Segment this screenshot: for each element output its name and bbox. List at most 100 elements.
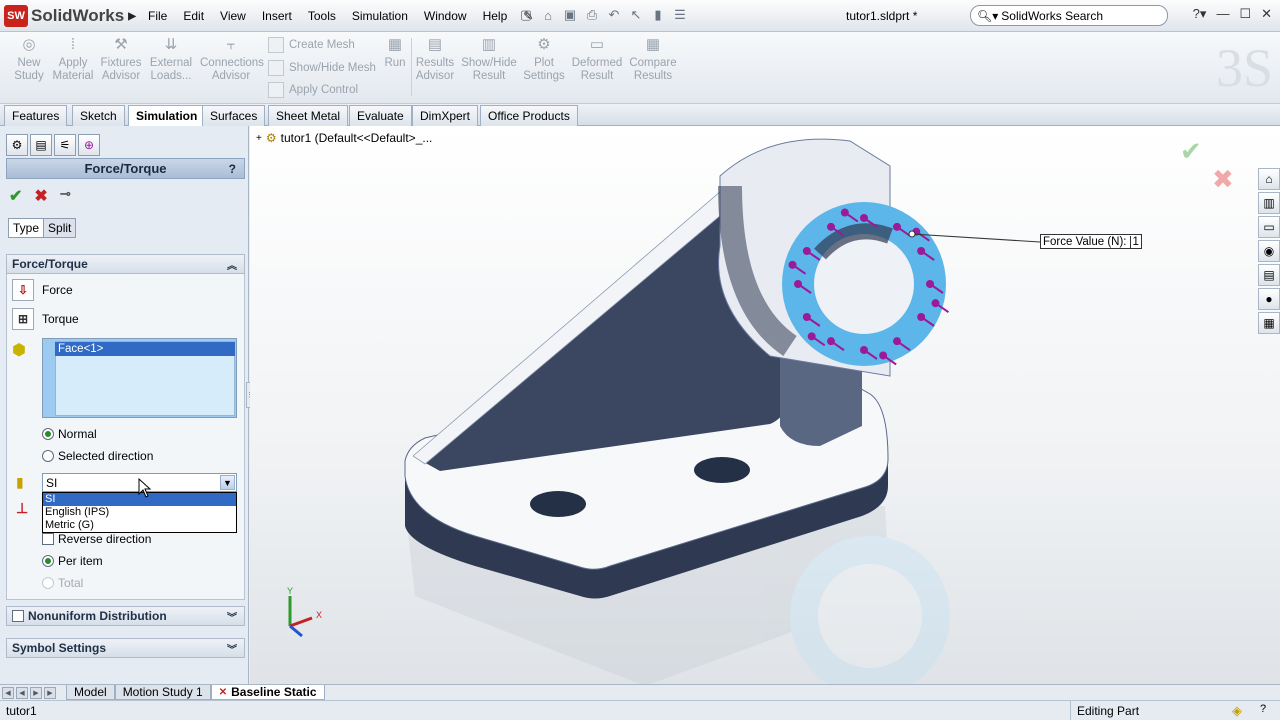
tab-baseline-static[interactable]: ✕ Baseline Static (210, 685, 325, 700)
symbol-settings-group-header[interactable]: Symbol Settings ︾ (6, 638, 245, 658)
help-icon[interactable]: ? (229, 162, 236, 176)
save-icon[interactable]: ▣ (560, 6, 580, 24)
menu-tools[interactable]: Tools (300, 9, 344, 23)
tab-surfaces[interactable]: Surfaces (202, 105, 266, 126)
menu-help[interactable]: Help (475, 9, 516, 23)
property-manager-icon[interactable]: ▤ (30, 134, 52, 156)
tab-sheet-metal[interactable]: Sheet Metal (268, 105, 349, 126)
prev-tab-icon[interactable]: ◀ (16, 686, 28, 699)
menu-insert[interactable]: Insert (254, 9, 300, 23)
tab-features[interactable]: Features (4, 105, 68, 126)
search-box[interactable]: 🔍︎▾ SolidWorks Search (970, 5, 1168, 26)
search-icon[interactable]: 🔍︎▾ (977, 9, 998, 23)
normal-radio-button[interactable] (42, 428, 54, 440)
select-icon[interactable]: ↖ (626, 6, 646, 24)
menu-view[interactable]: View (212, 9, 254, 23)
zoom-to-fit-icon[interactable]: ⊕ (636, 126, 648, 127)
reverse-direction-checkbox[interactable]: Reverse direction (42, 532, 151, 546)
selected-direction-radio[interactable]: Selected direction (42, 449, 153, 463)
fixtures-advisor-button[interactable]: ⚒ Fixtures Advisor (100, 36, 142, 83)
minimize-icon[interactable]: — (1216, 6, 1229, 22)
next-tab-icon[interactable]: ▶ (30, 686, 42, 699)
ok-icon[interactable]: ✔ (9, 186, 22, 206)
maximize-icon[interactable]: ☐ (1239, 6, 1251, 22)
deformed-result-button[interactable]: ▭ Deformed Result (570, 36, 624, 83)
total-radio[interactable]: Total (42, 576, 83, 590)
reverse-direction-check[interactable] (42, 533, 54, 545)
nonuniform-checkbox[interactable] (12, 610, 24, 622)
tab-type[interactable]: Type (8, 218, 45, 238)
view-orientation-icon[interactable]: ◈▾ (702, 126, 720, 127)
compare-results-button[interactable]: ▦ Compare Results (628, 36, 678, 83)
graphics-area[interactable]: + ⚙ tutor1 (Default<<Default>_... ⌂ ▥ ▭ … (250, 126, 1280, 684)
units-option-metric[interactable]: Metric (G) (43, 519, 236, 532)
section-view-icon[interactable]: ▣ (685, 126, 698, 127)
normal-radio[interactable]: Normal (42, 427, 97, 441)
previous-view-icon[interactable]: ◫ (667, 126, 680, 127)
hide-show-items-icon[interactable]: ◉▾ (746, 126, 765, 127)
first-tab-icon[interactable]: ◀ (2, 686, 14, 699)
tab-office-products[interactable]: Office Products (480, 105, 578, 126)
help-menu-icon[interactable]: ?▾ (1193, 6, 1207, 22)
run-button[interactable]: ▦ Run (380, 36, 410, 70)
view-settings-icon[interactable]: ▤▾ (794, 126, 814, 127)
connections-advisor-button[interactable]: ⫟ Connections Advisor (200, 36, 264, 83)
tab-motion-study-1[interactable]: Motion Study 1 (114, 685, 211, 700)
external-loads-button[interactable]: ⇊ External Loads... (148, 36, 194, 83)
new-document-icon[interactable]: ▢ (516, 6, 536, 24)
force-value-callout[interactable]: Force Value (N): 1 (1040, 234, 1142, 249)
chevron-down-icon[interactable]: ▼ (220, 475, 235, 490)
selection-item[interactable]: Face<1> (55, 342, 235, 356)
show-hide-result-button[interactable]: ▥ Show/Hide Result (460, 36, 518, 83)
tab-simulation[interactable]: Simulation (128, 105, 206, 126)
edit-appearance-icon[interactable]: ▲▾ (769, 126, 790, 127)
plot-settings-button[interactable]: ⚙ Plot Settings (522, 36, 566, 83)
configuration-manager-icon[interactable]: ⚟ (54, 134, 76, 156)
total-radio-button[interactable] (42, 577, 54, 589)
logo-flyout-icon[interactable]: ▶ (128, 11, 136, 22)
tab-sketch[interactable]: Sketch (72, 105, 125, 126)
menu-window[interactable]: Window (416, 9, 475, 23)
rebuild-status-icon[interactable]: ◈ (1232, 703, 1242, 719)
options-icon[interactable]: ☰ (670, 6, 690, 24)
solidworks-logo[interactable]: SW SolidWorks ▶ (4, 4, 136, 28)
create-mesh-button[interactable]: Create Mesh (268, 37, 355, 53)
print-icon[interactable]: ⎙ (582, 6, 602, 24)
expand-icon[interactable]: ︾ (227, 609, 237, 624)
selected-direction-radio-button[interactable] (42, 450, 54, 462)
pushpin-icon[interactable]: ⊸ (60, 186, 71, 206)
last-tab-icon[interactable]: ▶ (44, 686, 56, 699)
help-status-icon[interactable]: ? (1260, 703, 1266, 715)
tab-model[interactable]: Model (66, 685, 115, 700)
per-item-radio[interactable]: Per item (42, 554, 103, 568)
selection-list[interactable]: Face<1> (42, 338, 237, 418)
feature-manager-icon[interactable]: ⚙ (6, 134, 28, 156)
results-advisor-button[interactable]: ▤ Results Advisor (414, 36, 456, 83)
cancel-icon[interactable]: ✖ (34, 186, 47, 206)
torque-option[interactable]: ⊞ Torque (12, 308, 79, 330)
new-study-button[interactable]: ◎ New Study (12, 36, 46, 83)
expand-icon[interactable]: ︾ (227, 641, 237, 656)
search-input[interactable]: SolidWorks Search (1001, 9, 1103, 23)
open-icon[interactable]: ⌂ (538, 6, 558, 24)
tab-split[interactable]: Split (43, 218, 77, 238)
apply-material-button[interactable]: ⁞ Apply Material (52, 36, 94, 83)
tab-evaluate[interactable]: Evaluate (349, 105, 412, 126)
units-option-english[interactable]: English (IPS) (43, 506, 236, 519)
collapse-icon[interactable]: ︽ (227, 257, 237, 272)
undo-icon[interactable]: ↶ (604, 6, 624, 24)
apply-control-button[interactable]: Apply Control (268, 82, 358, 98)
menu-edit[interactable]: Edit (175, 9, 212, 23)
menu-simulation[interactable]: Simulation (344, 9, 416, 23)
per-item-radio-button[interactable] (42, 555, 54, 567)
nonuniform-group-header[interactable]: Nonuniform Distribution ︾ (6, 606, 245, 626)
zoom-area-icon[interactable]: ⊙ (652, 126, 664, 127)
dimxpert-manager-icon[interactable]: ⊕ (78, 134, 100, 156)
show-hide-mesh-button[interactable]: Show/Hide Mesh (268, 60, 376, 76)
display-style-icon[interactable]: ◆▾ (724, 126, 742, 127)
close-icon[interactable]: ✕ (1261, 6, 1272, 22)
menu-file[interactable]: File (140, 9, 175, 23)
force-option[interactable]: ⇩ Force (12, 279, 73, 301)
tab-dimxpert[interactable]: DimXpert (412, 105, 479, 126)
force-torque-group-header[interactable]: Force/Torque ︽ (6, 254, 245, 274)
